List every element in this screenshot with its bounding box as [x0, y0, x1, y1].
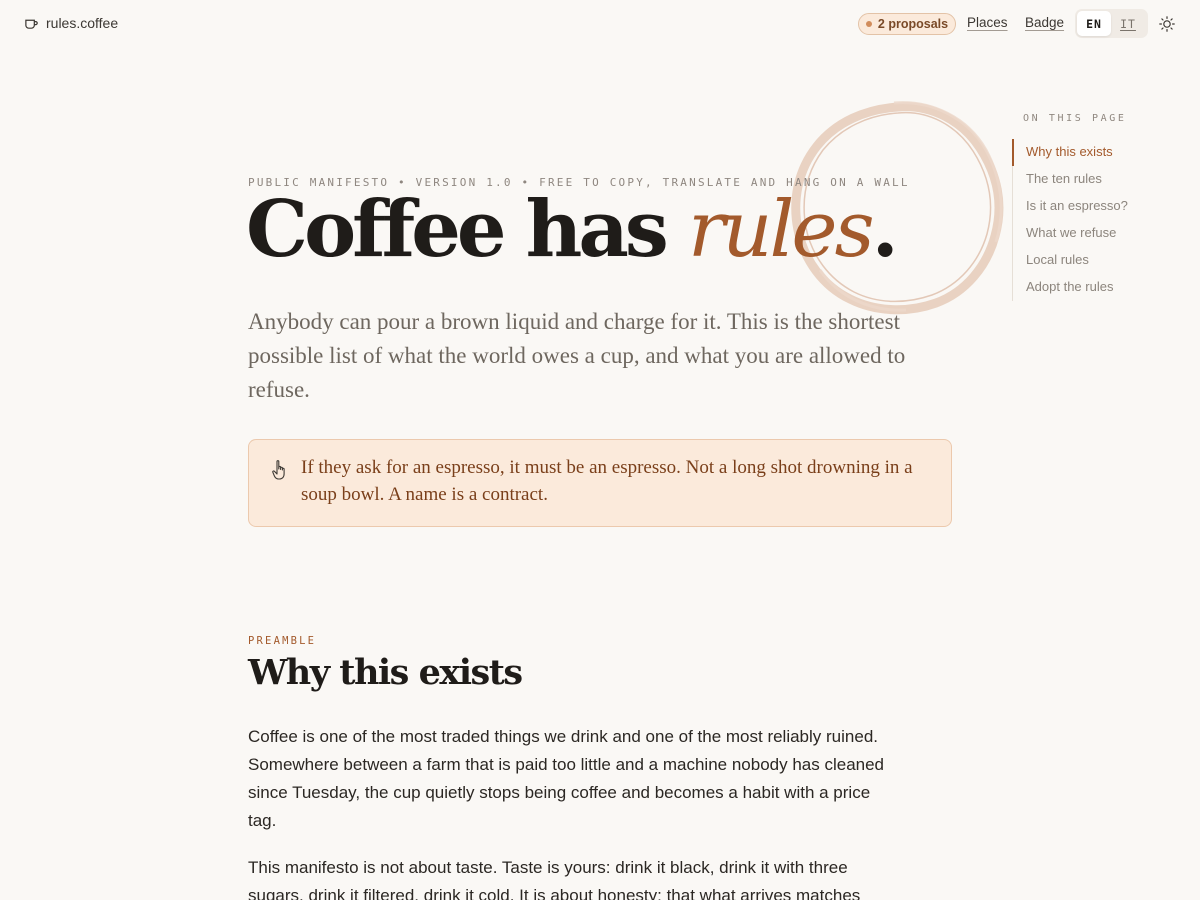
nav-badge-link[interactable]: Badge: [1025, 15, 1064, 30]
nav-places-link[interactable]: Places: [967, 15, 1008, 30]
title-period: .: [871, 184, 899, 275]
proposals-label: 2 proposals: [877, 17, 949, 31]
title-emphasis: rules: [687, 185, 875, 275]
pointing-hand-icon: [272, 460, 285, 480]
callout-text: If they ask for an espresso, it must be …: [301, 457, 913, 505]
brand-name: rules.coffee: [46, 15, 119, 31]
page-title: Coffee has rules.: [246, 183, 899, 278]
toc-title: ON THIS PAGE: [1023, 113, 1127, 124]
toc-item-adopt-the-rules[interactable]: Adopt the rules: [1012, 274, 1173, 301]
toc-item-ten-rules[interactable]: The ten rules: [1012, 166, 1173, 193]
toc-item-local-rules[interactable]: Local rules: [1012, 247, 1173, 274]
toc-item-what-we-refuse[interactable]: What we refuse: [1012, 220, 1173, 247]
table-of-contents: Why this exists The ten rules Is it an e…: [1012, 139, 1173, 301]
title-lead: Coffee has: [246, 184, 688, 275]
preamble-paragraph: Coffee is one of the most traded things …: [248, 727, 885, 830]
toc-item-is-it-an-espresso[interactable]: Is it an espresso?: [1012, 193, 1173, 220]
sun-icon[interactable]: [1158, 15, 1176, 33]
top-bar: rules.coffee 2 proposals Places Badge EN…: [0, 0, 1200, 48]
lang-it-button[interactable]: IT: [1111, 11, 1145, 36]
espresso-callout: If they ask for an espresso, it must be …: [248, 439, 952, 527]
language-switcher: EN IT: [1075, 9, 1148, 38]
brand-link[interactable]: rules.coffee: [24, 15, 118, 31]
toc-item-why-this-exists[interactable]: Why this exists: [1012, 139, 1173, 166]
status-dot: [865, 21, 872, 27]
hero-lede: Anybody can pour a brown liquid and char…: [248, 309, 906, 402]
lang-en-button[interactable]: EN: [1077, 11, 1111, 36]
proposals-badge[interactable]: 2 proposals: [858, 13, 956, 35]
coffee-cup-icon: [25, 19, 38, 29]
section-kicker: PREAMBLE: [248, 635, 317, 647]
section-title: Why this exists: [248, 652, 523, 693]
preamble-paragraph: This manifesto is not about taste. Taste…: [248, 858, 861, 900]
